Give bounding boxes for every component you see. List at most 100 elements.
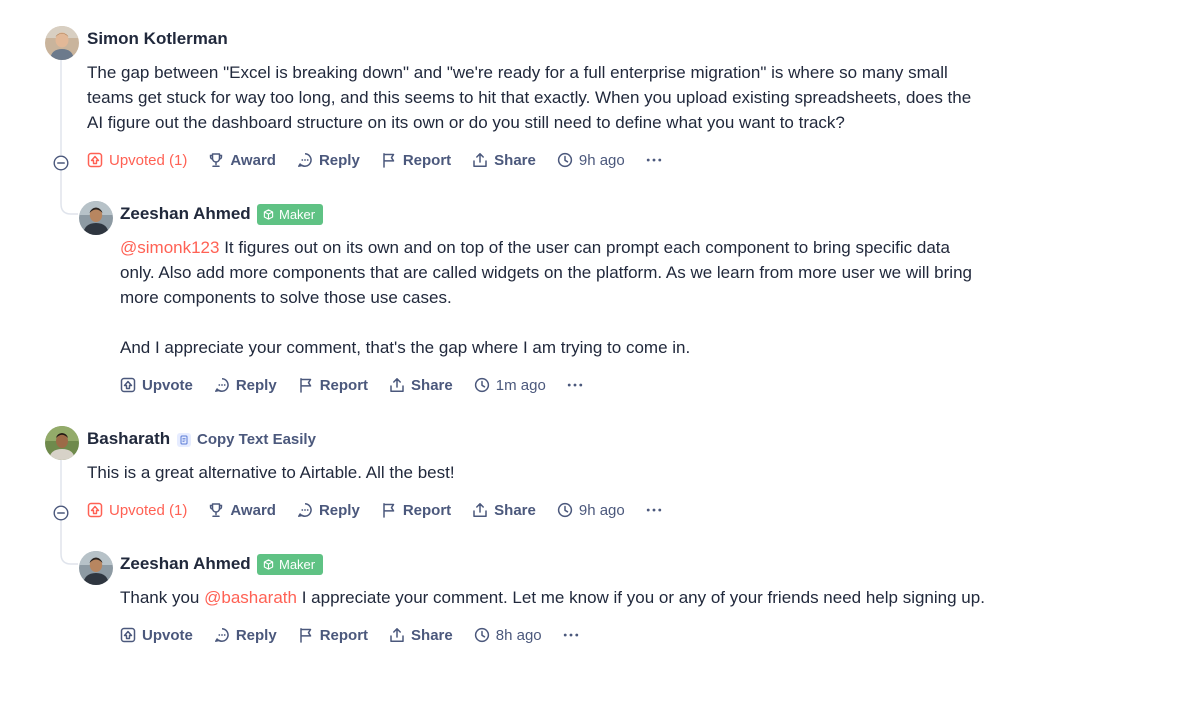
upvote-button[interactable]: Upvoted (1)	[87, 502, 187, 519]
report-button[interactable]: Report	[298, 627, 368, 644]
clock-icon	[557, 152, 573, 168]
upvote-icon	[120, 377, 136, 393]
award-label: Award	[230, 151, 276, 169]
upvote-button[interactable]: Upvoted (1)	[87, 152, 187, 169]
comment-body-line: And I appreciate your comment, that's th…	[120, 338, 691, 357]
report-label: Report	[402, 501, 452, 519]
more-options-button[interactable]	[646, 157, 662, 163]
award-button[interactable]: Award	[208, 152, 276, 169]
flag-icon	[298, 627, 314, 643]
comment-body-line: teams get stuck for way too long, and th…	[87, 88, 972, 107]
avatar-image	[79, 551, 113, 585]
product-badge[interactable]: Copy Text Easily	[177, 431, 316, 448]
reply-button[interactable]: Reply	[297, 152, 360, 169]
clock-icon	[557, 502, 573, 518]
clock-icon	[474, 377, 490, 393]
share-label: Share	[494, 151, 536, 169]
comment-author[interactable]: Simon Kotlerman	[87, 29, 228, 49]
comment-body: Thank you @basharath I appreciate your c…	[120, 585, 985, 610]
more-dots-icon	[563, 632, 579, 638]
more-options-button[interactable]	[646, 507, 662, 513]
report-button[interactable]: Report	[381, 502, 451, 519]
clock-icon	[474, 627, 490, 643]
report-label: Report	[319, 626, 369, 644]
timestamp: 9h ago	[557, 152, 625, 169]
share-icon	[472, 502, 488, 518]
share-button[interactable]: Share	[472, 152, 536, 169]
reply-button[interactable]: Reply	[297, 502, 360, 519]
avatar[interactable]	[79, 201, 113, 235]
timestamp-label: 1m ago	[495, 376, 546, 394]
share-label: Share	[411, 626, 453, 644]
share-button[interactable]: Share	[472, 502, 536, 519]
more-options-button[interactable]	[563, 632, 579, 638]
avatar-image	[45, 426, 79, 460]
share-button[interactable]: Share	[389, 627, 453, 644]
award-button[interactable]: Award	[208, 502, 276, 519]
comment-actions: Upvote Reply Report Share 8h ago	[120, 624, 579, 646]
reply-label: Reply	[235, 626, 277, 644]
share-icon	[389, 377, 405, 393]
timestamp: 9h ago	[557, 502, 625, 519]
comment-body-line: The gap between "Excel is breaking down"…	[87, 63, 948, 82]
reply-button[interactable]: Reply	[214, 377, 277, 394]
upvote-label: Upvoted (1)	[109, 501, 188, 519]
flag-icon	[381, 152, 397, 168]
comment-actions: Upvoted (1) Award Reply Report Share 9h …	[87, 149, 662, 171]
user-mention[interactable]: @basharath	[204, 588, 297, 607]
report-label: Report	[402, 151, 452, 169]
timestamp-label: 8h ago	[495, 626, 542, 644]
trophy-icon	[208, 152, 224, 168]
maker-badge-label: Maker	[279, 207, 316, 222]
comment-actions: Upvote Reply Report Share 1m ago	[120, 374, 583, 396]
more-dots-icon	[567, 382, 583, 388]
report-label: Report	[319, 376, 369, 394]
avatar[interactable]	[45, 426, 79, 460]
speech-bubble-icon	[214, 627, 230, 643]
share-label: Share	[494, 501, 536, 519]
reply-label: Reply	[235, 376, 277, 394]
speech-bubble-icon	[297, 152, 313, 168]
avatar[interactable]	[45, 26, 79, 60]
upvote-label: Upvote	[142, 376, 193, 394]
upvote-button[interactable]: Upvote	[120, 627, 193, 644]
comment-body-line: only. Also add more components that are …	[120, 263, 972, 282]
timestamp-label: 9h ago	[578, 151, 625, 169]
comment-body: The gap between "Excel is breaking down"…	[87, 60, 971, 135]
product-badge-label: Copy Text Easily	[197, 431, 316, 448]
comment-author[interactable]: Zeeshan Ahmed	[120, 204, 251, 224]
upvote-label: Upvoted (1)	[109, 151, 188, 169]
comment-body: This is a great alternative to Airtable.…	[87, 460, 455, 485]
collapse-thread-button[interactable]	[53, 505, 69, 521]
comment-actions: Upvoted (1) Award Reply Report Share 9h …	[87, 499, 662, 521]
comment-author[interactable]: Zeeshan Ahmed	[120, 554, 251, 574]
speech-bubble-icon	[214, 377, 230, 393]
maker-badge: Maker	[257, 204, 324, 225]
upvote-button[interactable]: Upvote	[120, 377, 193, 394]
more-dots-icon	[646, 157, 662, 163]
report-button[interactable]: Report	[381, 152, 451, 169]
comment-body: @simonk123 It figures out on its own and…	[120, 235, 972, 360]
report-button[interactable]: Report	[298, 377, 368, 394]
upvote-icon	[87, 152, 103, 168]
comment-author[interactable]: Basharath	[87, 429, 170, 449]
share-label: Share	[411, 376, 453, 394]
cube-icon	[263, 209, 274, 220]
reply-button[interactable]: Reply	[214, 627, 277, 644]
timestamp: 1m ago	[474, 377, 546, 394]
comment-body-text: It figures out on its own and on top of …	[219, 238, 950, 257]
comment-body-line: AI figure out the dashboard structure on…	[87, 113, 845, 132]
reply-label: Reply	[318, 151, 360, 169]
share-button[interactable]: Share	[389, 377, 453, 394]
comment-body-line: This is a great alternative to Airtable.…	[87, 463, 455, 482]
trophy-icon	[208, 502, 224, 518]
more-options-button[interactable]	[567, 382, 583, 388]
comment-thread: Simon Kotlerman The gap between "Excel i…	[0, 0, 1200, 701]
cube-icon	[263, 559, 274, 570]
flag-icon	[298, 377, 314, 393]
upvote-icon	[87, 502, 103, 518]
avatar[interactable]	[79, 551, 113, 585]
collapse-thread-button[interactable]	[53, 155, 69, 171]
upvote-label: Upvote	[142, 626, 193, 644]
user-mention[interactable]: @simonk123	[120, 238, 219, 257]
